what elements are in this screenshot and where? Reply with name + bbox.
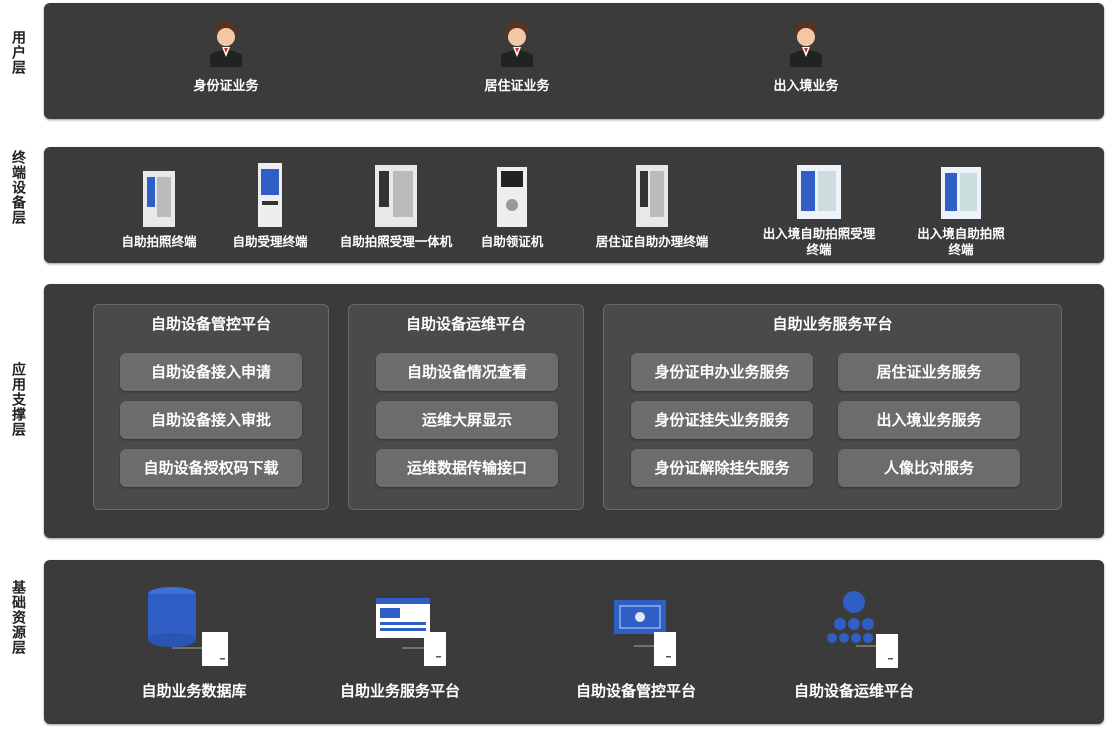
exit-entry-booth-icon [797, 165, 841, 219]
terminal-label-line2: 终端 [806, 242, 832, 257]
biz-item[interactable]: 居住证业务服务 [838, 353, 1020, 391]
terminal-label: 出入境自助拍照受理 [762, 226, 876, 241]
mgmt-item[interactable]: 自助设备接入审批 [120, 401, 302, 439]
mgmt-platform-title: 自助设备管控平台 [150, 315, 271, 333]
service-agent-icon [790, 22, 822, 67]
user-id-card: 身份证业务 [171, 19, 281, 94]
base-layer-label: 基础资源层 [10, 580, 26, 655]
biz-item[interactable]: 身份证解除挂失服务 [631, 449, 813, 487]
mgmt-item[interactable]: 自助设备接入申请 [120, 353, 302, 391]
user-residence: 居住证业务 [462, 19, 572, 94]
terminal-exit-entry-photo: 出入境自助拍照 终端 [906, 163, 1016, 258]
resource-label: 自助业务数据库 [141, 682, 247, 700]
user-label: 出入境业务 [773, 79, 839, 94]
user-label: 居住证业务 [484, 79, 550, 94]
resource-label: 自助设备管控平台 [575, 682, 696, 700]
biz-item[interactable]: 身份证申办业务服务 [631, 353, 813, 391]
app-layer-band: 自助设备管控平台 自助设备接入申请 自助设备接入审批 自助设备授权码下载 自助设… [44, 284, 1104, 538]
resource-database: 自助业务数据库 [129, 586, 259, 701]
terminal-photo: 自助拍照终端 [109, 167, 209, 250]
ops-item[interactable]: 运维数据传输接口 [376, 449, 558, 487]
biz-item[interactable]: 出入境业务服务 [838, 401, 1020, 439]
exit-entry-booth-icon [941, 167, 981, 219]
resource-label: 自助业务服务平台 [339, 682, 460, 700]
terminal-label: 自助拍照受理一体机 [339, 234, 453, 249]
service-agent-icon [210, 22, 242, 67]
ops-platform-title: 自助设备运维平台 [405, 315, 526, 333]
biz-item[interactable]: 身份证挂失业务服务 [631, 401, 813, 439]
mgmt-item[interactable]: 自助设备授权码下载 [120, 449, 302, 487]
resource-biz-platform: 自助业务服务平台 [330, 596, 470, 701]
terminal-label: 自助领证机 [480, 234, 544, 249]
terminal-label: 出入境自助拍照 [917, 226, 1005, 241]
certificate-server-icon [614, 600, 676, 666]
photo-accept-machine-icon [375, 165, 417, 227]
org-network-server-icon [827, 591, 898, 668]
resource-label: 自助设备运维平台 [793, 682, 914, 700]
biz-item[interactable]: 人像比对服务 [838, 449, 1020, 487]
terminal-layer-label: 终端设备层 [10, 150, 26, 225]
mgmt-platform-panel: 自助设备管控平台 自助设备接入申请 自助设备接入审批 自助设备授权码下载 [93, 304, 329, 510]
terminal-residence: 居住证自助办理终端 [582, 161, 722, 250]
service-agent-icon [501, 22, 533, 67]
terminal-label: 自助拍照终端 [121, 234, 197, 249]
pickup-machine-icon [497, 167, 527, 227]
photo-booth-icon [143, 171, 175, 227]
terminal-layer-band: 自助拍照终端 自助受理终端 自助拍照受理一体机 自助领证机 居住证自助办理终端 … [44, 147, 1104, 263]
ops-item[interactable]: 自助设备情况查看 [376, 353, 558, 391]
terminal-label-line2: 终端 [948, 242, 974, 257]
terminal-all-in-one: 自助拍照受理一体机 [326, 161, 466, 250]
app-layer-label: 应用支撑层 [10, 362, 26, 437]
ops-item[interactable]: 运维大屏显示 [376, 401, 558, 439]
ops-platform-panel: 自助设备运维平台 自助设备情况查看 运维大屏显示 运维数据传输接口 [348, 304, 584, 510]
terminal-exit-entry-photo-accept: 出入境自助拍照受理 终端 [749, 161, 889, 258]
base-layer-band: 自助业务数据库 自助业务服务平台 自助设备管控平台 自助设备运维平台 [44, 560, 1104, 724]
biz-platform-title: 自助业务服务平台 [772, 315, 893, 333]
terminal-accept: 自助受理终端 [220, 161, 320, 250]
user-label: 身份证业务 [193, 79, 259, 94]
user-layer-label: 用户层 [10, 30, 26, 75]
terminal-pickup: 自助领证机 [462, 161, 562, 250]
user-layer-band: 身份证业务 居住证业务 出入境业务 [44, 3, 1104, 119]
terminal-label: 自助受理终端 [232, 234, 308, 249]
web-app-server-icon [376, 598, 446, 666]
resource-ops-platform: 自助设备运维平台 [779, 590, 929, 701]
kiosk-icon [258, 163, 282, 227]
biz-platform-panel: 自助业务服务平台 身份证申办业务服务 居住证业务服务 身份证挂失业务服务 出入境… [603, 304, 1062, 510]
residence-kiosk-icon [636, 165, 668, 227]
resource-mgmt-platform: 自助设备管控平台 [566, 598, 706, 701]
terminal-label: 居住证自助办理终端 [595, 234, 709, 249]
user-exit-entry: 出入境业务 [751, 19, 861, 94]
database-server-icon [148, 587, 228, 666]
